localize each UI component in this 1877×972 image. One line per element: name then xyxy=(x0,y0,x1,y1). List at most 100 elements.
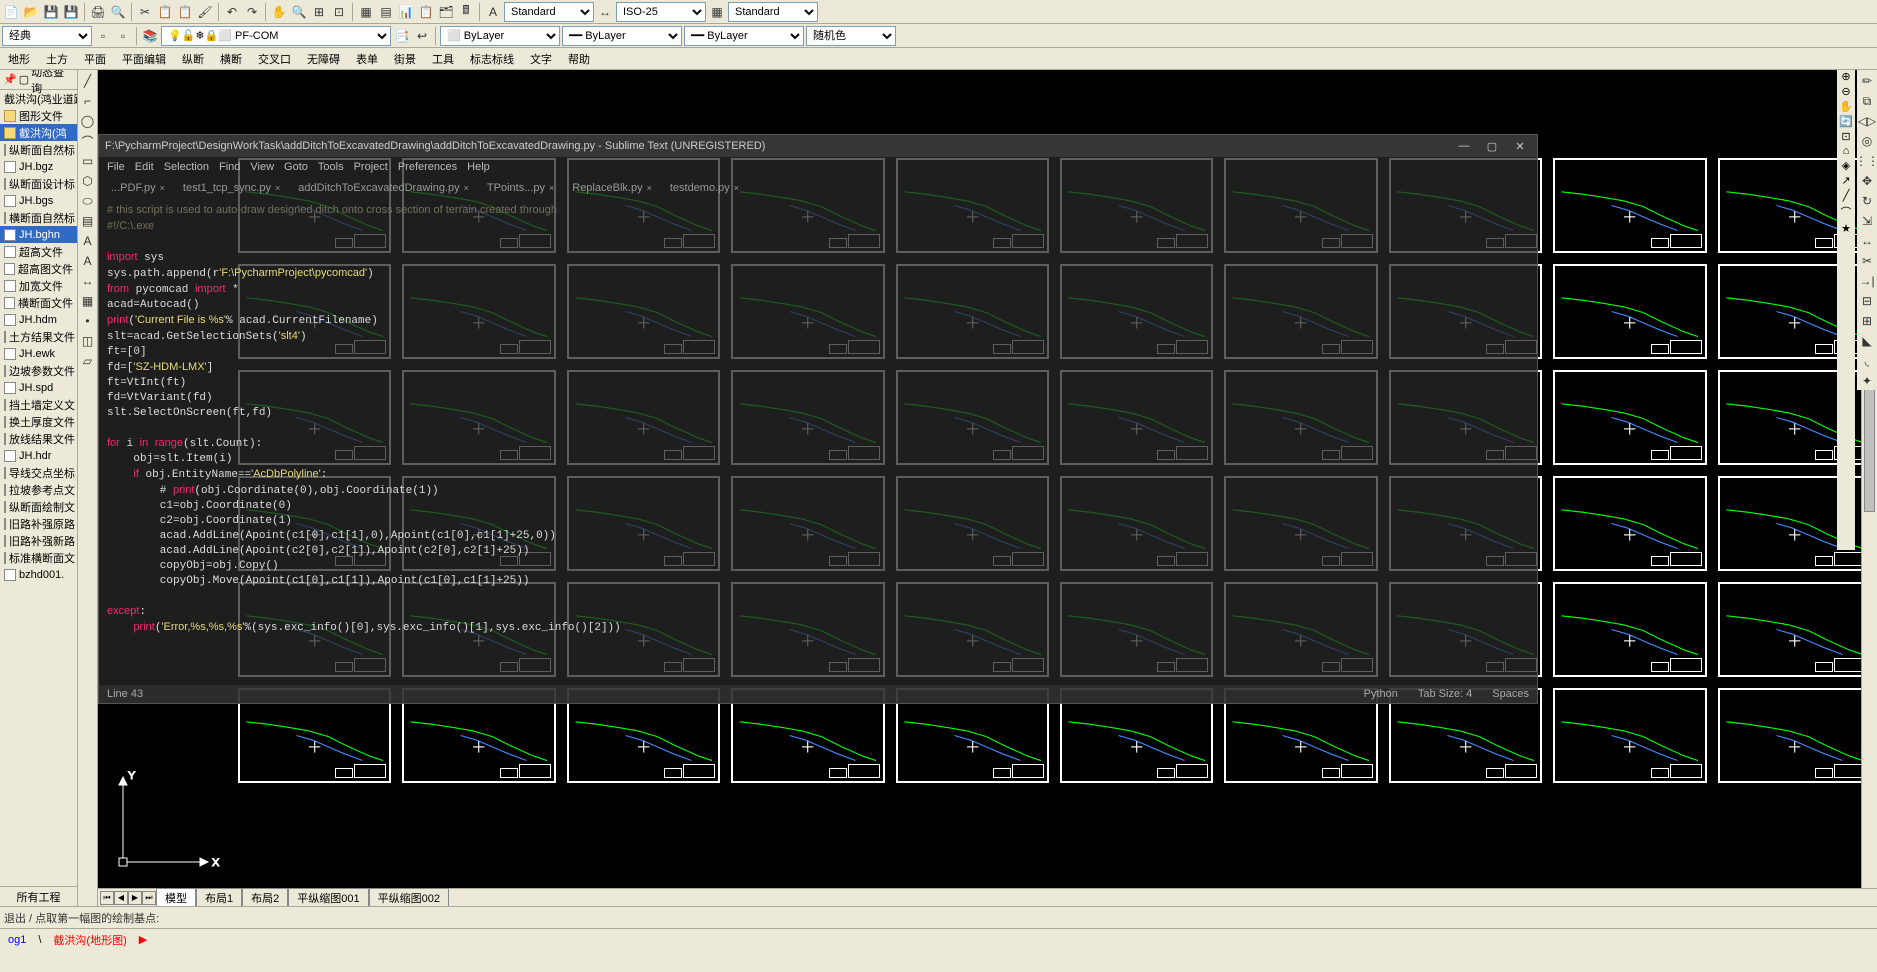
section-tile[interactable] xyxy=(896,582,1049,677)
menu-平面编辑[interactable]: 平面编辑 xyxy=(114,49,174,69)
nav5-icon[interactable]: ⊡ xyxy=(1841,130,1850,143)
section-tile[interactable] xyxy=(567,688,720,783)
section-tile[interactable] xyxy=(1224,264,1377,359)
section-tile[interactable] xyxy=(1718,688,1871,783)
nav3-icon[interactable]: ✋ xyxy=(1839,100,1853,113)
section-tile[interactable] xyxy=(1389,688,1542,783)
drawing-canvas[interactable]: X Y ⏮◀▶⏭模型布局1布局2平纵缩图001平纵缩图002 F:\Pychar… xyxy=(98,70,1877,906)
open-icon[interactable]: 📂 xyxy=(22,3,40,21)
tree-item[interactable]: 标准横断面文 xyxy=(0,549,77,566)
section-tile[interactable] xyxy=(1553,582,1706,677)
menu-纵断[interactable]: 纵断 xyxy=(174,49,212,69)
section-tile[interactable] xyxy=(402,264,555,359)
pin-icon[interactable]: 📌 xyxy=(3,73,17,86)
layerstate-icon[interactable]: 📑 xyxy=(393,27,411,45)
ellipse-icon[interactable]: ⬭ xyxy=(79,192,97,210)
ws2-icon[interactable]: ▫ xyxy=(114,27,132,45)
section-tile[interactable] xyxy=(1553,688,1706,783)
section-tile[interactable] xyxy=(1224,582,1377,677)
line-icon[interactable]: ╱ xyxy=(79,72,97,90)
layerprev-icon[interactable]: ↩ xyxy=(413,27,431,45)
tree-item[interactable]: 导线交点坐标 xyxy=(0,464,77,481)
layer-select[interactable]: 💡🔓❄🔒⬜ PF-COM xyxy=(161,26,391,46)
section-tile[interactable] xyxy=(567,264,720,359)
tree-item[interactable]: 超高图文件 xyxy=(0,260,77,277)
section-tile[interactable] xyxy=(402,582,555,677)
status-path1[interactable]: og1 xyxy=(4,934,30,946)
print-icon[interactable]: 🖨 xyxy=(89,3,107,21)
hatch-icon[interactable]: ▤ xyxy=(79,212,97,230)
section-tile[interactable] xyxy=(731,688,884,783)
undo-icon[interactable]: ↶ xyxy=(223,3,241,21)
section-tile[interactable] xyxy=(1060,688,1213,783)
break-icon[interactable]: ⊟ xyxy=(1858,292,1876,310)
dimstyle-select[interactable]: ISO-25 xyxy=(616,2,706,22)
nav10-icon[interactable]: ⌒ xyxy=(1841,204,1852,220)
menu-街景[interactable]: 街景 xyxy=(386,49,424,69)
section-tile[interactable] xyxy=(1389,476,1542,571)
section-tile[interactable] xyxy=(238,582,391,677)
section-tile[interactable] xyxy=(731,370,884,465)
menu-工具[interactable]: 工具 xyxy=(424,49,462,69)
nav7-icon[interactable]: ◈ xyxy=(1842,159,1850,172)
tab-nav[interactable]: ⏮ xyxy=(100,891,114,905)
tree-item[interactable]: 横断面文件 xyxy=(0,294,77,311)
dimstyle-icon[interactable]: ↔ xyxy=(596,3,614,21)
nav8-icon[interactable]: ↗ xyxy=(1841,174,1850,187)
menu-地形[interactable]: 地形 xyxy=(0,49,38,69)
section-tile[interactable] xyxy=(402,158,555,253)
trim-icon[interactable]: ✂ xyxy=(1858,252,1876,270)
layermgr-icon[interactable]: 📚 xyxy=(141,27,159,45)
match-icon[interactable]: 🖌 xyxy=(196,3,214,21)
tree-item[interactable]: 换土厚度文件 xyxy=(0,413,77,430)
section-tile[interactable] xyxy=(1553,370,1706,465)
tree-item[interactable]: 拉坡参考点文 xyxy=(0,481,77,498)
section-tile[interactable] xyxy=(1060,582,1213,677)
scale-icon[interactable]: ⇲ xyxy=(1858,212,1876,230)
tree-item[interactable]: JH.hdm xyxy=(0,311,77,328)
tree-item[interactable]: JH.bgs xyxy=(0,192,77,209)
point-icon[interactable]: • xyxy=(79,312,97,330)
section-tile[interactable] xyxy=(1060,370,1213,465)
tree-item[interactable]: 旧路补强原路 xyxy=(0,515,77,532)
tree-item[interactable]: 纵断面设计标 xyxy=(0,175,77,192)
plotcolor-select[interactable]: 随机色 xyxy=(806,26,896,46)
section-tile[interactable] xyxy=(238,264,391,359)
preview-icon[interactable]: 🔍 xyxy=(109,3,127,21)
extend-icon[interactable]: →| xyxy=(1858,272,1876,290)
tree-item[interactable]: 纵断面绘制文 xyxy=(0,498,77,515)
tree-item[interactable]: 挡土墙定义文 xyxy=(0,396,77,413)
section-tile[interactable] xyxy=(567,370,720,465)
copy2-icon[interactable]: ⧉ xyxy=(1858,92,1876,110)
tree-item[interactable]: JH.bghn xyxy=(0,226,77,243)
layout-tab[interactable]: 布局1 xyxy=(196,888,242,906)
tree-item[interactable]: 边坡参数文件 xyxy=(0,362,77,379)
section-tile[interactable] xyxy=(1553,476,1706,571)
menu-平面[interactable]: 平面 xyxy=(76,49,114,69)
section-tile[interactable] xyxy=(731,476,884,571)
section-tile[interactable] xyxy=(1389,370,1542,465)
section-tile[interactable] xyxy=(238,476,391,571)
section-tile[interactable] xyxy=(1060,264,1213,359)
section-tile[interactable] xyxy=(238,370,391,465)
section-tile[interactable] xyxy=(1389,264,1542,359)
dim-icon[interactable]: ↔ xyxy=(79,272,97,290)
section-tile[interactable] xyxy=(896,370,1049,465)
menu-文字[interactable]: 文字 xyxy=(522,49,560,69)
tree-item[interactable]: 图形文件 xyxy=(0,107,77,124)
zoomwin-icon[interactable]: ⊞ xyxy=(310,3,328,21)
tree-item[interactable]: JH.bgz xyxy=(0,158,77,175)
tab-nav[interactable]: ▶ xyxy=(128,891,142,905)
tab-nav[interactable]: ⏭ xyxy=(142,891,156,905)
section-tile[interactable] xyxy=(402,370,555,465)
copy-icon[interactable]: 📋 xyxy=(156,3,174,21)
section-tile[interactable] xyxy=(731,264,884,359)
section-tile[interactable] xyxy=(1224,158,1377,253)
nav1-icon[interactable]: ⊕ xyxy=(1841,70,1850,83)
new-icon[interactable]: 📄 xyxy=(2,3,20,21)
menu-交叉口[interactable]: 交叉口 xyxy=(250,49,299,69)
tree-item[interactable]: JH.hdr xyxy=(0,447,77,464)
section-tile[interactable] xyxy=(238,158,391,253)
proj-root[interactable]: 截洪沟(鸿业道路) xyxy=(0,90,77,107)
rotate-icon[interactable]: ↻ xyxy=(1858,192,1876,210)
